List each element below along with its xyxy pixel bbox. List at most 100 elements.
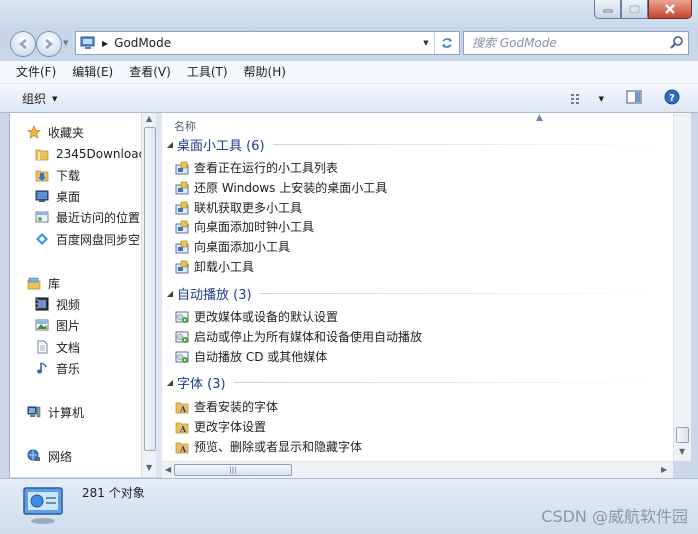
nav-item-label: 图片 — [56, 318, 81, 333]
column-header-name[interactable]: 名称 — [174, 118, 196, 134]
nav-item-label: 桌面 — [56, 189, 81, 204]
list-item[interactable]: 启动或停止为所有媒体和设备使用自动播放 — [174, 327, 422, 346]
downloads-folder-icon — [34, 167, 50, 183]
nav-item-videos[interactable]: 视频 — [34, 294, 80, 314]
item-label: 查看安装的字体 — [194, 400, 279, 414]
gadget-icon — [174, 200, 190, 216]
scroll-up-arrow-icon[interactable]: ▲ — [146, 114, 152, 123]
collapse-triangle-icon[interactable]: ◢ — [163, 140, 177, 149]
sort-ascending-icon: ▲ — [536, 113, 543, 123]
menu-help[interactable]: 帮助(H) — [236, 61, 294, 83]
list-item[interactable]: A 查看安装的字体 — [174, 397, 278, 416]
list-item[interactable]: A 更改字体设置 — [174, 417, 266, 436]
recent-pages-chevron-icon[interactable]: ▼ — [63, 39, 68, 47]
nav-pane-scrollbar[interactable]: ▲ ▼ — [141, 113, 157, 477]
list-item[interactable]: 联机获取更多小工具 — [174, 198, 302, 217]
desktop-icon — [34, 188, 50, 204]
collapse-triangle-icon[interactable]: ◢ — [163, 289, 177, 298]
star-icon — [26, 124, 42, 140]
control-panel-icon — [80, 36, 96, 50]
maximize-button[interactable] — [621, 0, 648, 19]
nav-item-desktop[interactable]: 桌面 — [34, 186, 80, 206]
search-box[interactable] — [463, 31, 689, 55]
scroll-right-arrow-icon[interactable]: ▶ — [661, 465, 667, 474]
menu-view[interactable]: 查看(V) — [121, 61, 179, 83]
address-bar[interactable]: ▶ GodMode ▼ — [75, 31, 460, 55]
forward-button[interactable] — [36, 31, 62, 57]
item-label: 卸载小工具 — [194, 260, 255, 274]
nav-favorites-label: 收藏夹 — [48, 125, 85, 140]
library-icon — [26, 275, 42, 291]
list-item[interactable]: 卸载小工具 — [174, 257, 254, 276]
nav-item-label: 最近访问的位置 — [56, 210, 141, 225]
command-bar: 组织 ▼ ▼ ? — [0, 84, 698, 113]
content-horizontal-scrollbar[interactable]: ◀ ||| ▶ — [162, 461, 673, 478]
change-view-button[interactable]: ▼ — [570, 93, 604, 105]
nav-item-label: 下载 — [56, 168, 81, 183]
view-controls: ▼ ? — [570, 89, 680, 108]
minimize-button[interactable] — [594, 0, 621, 19]
nav-item-documents[interactable]: 文档 — [34, 337, 80, 357]
menu-tools[interactable]: 工具(T) — [179, 61, 236, 83]
search-input[interactable] — [470, 32, 664, 54]
nav-item-recent-places[interactable]: 最近访问的位置 — [34, 207, 140, 227]
organize-label: 组织 — [22, 92, 47, 106]
preview-pane-button[interactable] — [626, 90, 642, 107]
scroll-left-arrow-icon[interactable]: ◀ — [165, 465, 171, 474]
nav-libraries[interactable]: 库 — [26, 273, 60, 293]
collapse-triangle-icon[interactable]: ◢ — [163, 378, 177, 387]
nav-item-baidu-sync[interactable]: 百度网盘同步空间 — [34, 229, 142, 249]
group-header-fonts[interactable]: ◢ 字体 (3) — [162, 372, 667, 392]
close-button[interactable] — [648, 0, 692, 19]
list-item[interactable]: 自动播放 CD 或其他媒体 — [174, 347, 327, 366]
list-item[interactable]: A 预览、删除或者显示和隐藏字体 — [174, 437, 362, 456]
file-list: ▲ 名称 ◢ 桌面小工具 (6) 查看正在运行的小工具列表 还原 Windows… — [162, 113, 673, 461]
address-dropdown-icon[interactable]: ▼ — [419, 32, 433, 54]
nav-favorites[interactable]: 收藏夹 — [26, 122, 84, 142]
preview-pane-icon — [626, 90, 642, 104]
content-vertical-scrollbar[interactable]: ▼ — [673, 113, 691, 461]
autoplay-icon — [174, 349, 190, 365]
list-item[interactable]: 向桌面添加小工具 — [174, 237, 290, 256]
list-item[interactable]: 还原 Windows 上安装的桌面小工具 — [174, 178, 387, 197]
list-item[interactable]: 向桌面添加时钟小工具 — [174, 217, 314, 236]
svg-text:A: A — [179, 404, 187, 414]
address-location[interactable]: GodMode — [114, 36, 171, 50]
nav-computer[interactable]: 计算机 — [26, 402, 84, 422]
search-icon[interactable] — [670, 35, 684, 52]
help-button[interactable]: ? — [664, 89, 680, 108]
nav-scroll-thumb[interactable] — [144, 127, 156, 451]
list-item[interactable]: 查看正在运行的小工具列表 — [174, 158, 338, 177]
group-header-autoplay[interactable]: ◢ 自动播放 (3) — [162, 283, 667, 303]
item-label: 还原 Windows 上安装的桌面小工具 — [194, 181, 388, 195]
nav-item-music[interactable]: 音乐 — [34, 358, 80, 378]
group-header-desktop-gadgets[interactable]: ◢ 桌面小工具 (6) — [162, 134, 667, 154]
nav-item-2345downloads[interactable]: 2345Downloads — [34, 144, 142, 164]
content-scroll-thumb[interactable] — [676, 427, 689, 443]
back-button[interactable] — [10, 31, 36, 57]
nav-item-label: 音乐 — [56, 361, 81, 376]
picture-icon — [34, 317, 50, 333]
minimize-icon — [603, 9, 612, 13]
breadcrumb-arrow-icon[interactable]: ▶ — [102, 39, 108, 48]
nav-network[interactable]: 网络 — [26, 446, 72, 466]
nav-item-pictures[interactable]: 图片 — [34, 315, 80, 335]
scroll-down-arrow-icon[interactable]: ▼ — [679, 447, 685, 456]
scroll-down-arrow-icon[interactable]: ▼ — [146, 463, 152, 472]
horizontal-scroll-thumb[interactable]: ||| — [174, 464, 292, 476]
nav-computer-label: 计算机 — [48, 405, 85, 420]
organize-button[interactable]: 组织 ▼ — [22, 90, 57, 107]
nav-item-label: 文档 — [56, 340, 81, 355]
menu-file[interactable]: 文件(F) — [8, 61, 64, 83]
address-row: ▼ ▶ GodMode ▼ — [0, 28, 698, 58]
refresh-button[interactable] — [434, 32, 459, 54]
menu-bar: 文件(F) 编辑(E) 查看(V) 工具(T) 帮助(H) — [0, 61, 698, 84]
svg-text:A: A — [179, 424, 187, 434]
item-label: 联机获取更多小工具 — [194, 201, 303, 215]
music-icon — [34, 360, 50, 376]
fonts-folder-icon: A — [174, 419, 190, 435]
list-item[interactable]: 更改媒体或设备的默认设置 — [174, 307, 338, 326]
menu-edit[interactable]: 编辑(E) — [64, 61, 121, 83]
nav-item-downloads[interactable]: 下载 — [34, 165, 80, 185]
svg-text:A: A — [179, 444, 187, 454]
